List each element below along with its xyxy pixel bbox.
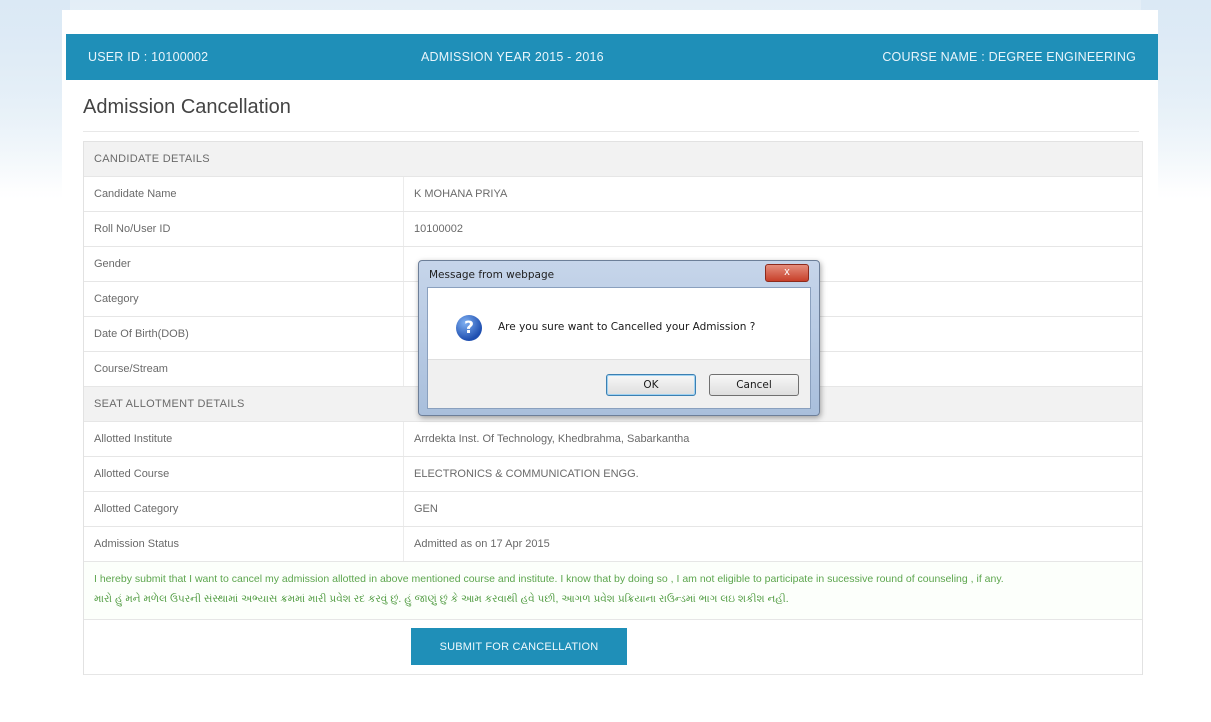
ok-button[interactable]: OK bbox=[606, 374, 696, 396]
page-title: Admission Cancellation bbox=[83, 96, 291, 118]
row-label: Date Of Birth(DOB) bbox=[94, 328, 189, 340]
cancel-button[interactable]: Cancel bbox=[709, 374, 799, 396]
row-value: Arrdekta Inst. Of Technology, Khedbrahma… bbox=[414, 433, 690, 445]
row-label: Category bbox=[94, 293, 139, 305]
table-row: Allotted Course ELECTRONICS & COMMUNICAT… bbox=[84, 457, 1142, 492]
row-label: Allotted Category bbox=[94, 503, 179, 515]
row-label: Gender bbox=[94, 258, 131, 270]
row-label: Allotted Institute bbox=[94, 433, 173, 445]
dialog-footer: OK Cancel bbox=[428, 359, 810, 408]
question-icon: ? bbox=[456, 315, 482, 341]
candidate-details-heading-row: CANDIDATE DETAILS bbox=[84, 142, 1142, 177]
declaration-english: I hereby submit that I want to cancel my… bbox=[94, 573, 1004, 585]
row-value: GEN bbox=[414, 503, 438, 515]
title-divider bbox=[83, 131, 1139, 132]
candidate-details-heading: CANDIDATE DETAILS bbox=[94, 153, 210, 165]
table-row: Candidate Name K MOHANA PRIYA bbox=[84, 177, 1142, 212]
dialog-body: ? Are you sure want to Cancelled your Ad… bbox=[427, 287, 811, 409]
seat-allotment-heading: SEAT ALLOTMENT DETAILS bbox=[94, 398, 245, 410]
confirm-dialog: Message from webpage x ? Are you sure wa… bbox=[418, 260, 820, 416]
table-row: Roll No/User ID 10100002 bbox=[84, 212, 1142, 247]
row-value: ELECTRONICS & COMMUNICATION ENGG. bbox=[414, 468, 639, 480]
close-icon[interactable]: x bbox=[765, 264, 809, 282]
user-id-label: USER ID : 10100002 bbox=[88, 50, 209, 64]
submit-row: SUBMIT FOR CANCELLATION bbox=[84, 620, 1142, 675]
declaration-gujarati: મારો હું મને મળેલ ઉપરની સંસ્થામાં અભ્યાસ… bbox=[94, 593, 789, 605]
background-fade-left bbox=[0, 0, 70, 200]
row-value: K MOHANA PRIYA bbox=[414, 188, 508, 200]
submit-for-cancellation-button[interactable]: SUBMIT FOR CANCELLATION bbox=[411, 628, 627, 665]
admission-year-label: ADMISSION YEAR 2015 - 2016 bbox=[421, 50, 604, 64]
declaration-block: I hereby submit that I want to cancel my… bbox=[84, 562, 1142, 620]
header-bar: USER ID : 10100002 ADMISSION YEAR 2015 -… bbox=[66, 34, 1158, 80]
dialog-title: Message from webpage bbox=[429, 269, 555, 281]
course-name-label: COURSE NAME : DEGREE ENGINEERING bbox=[882, 50, 1136, 64]
dialog-message: Are you sure want to Cancelled your Admi… bbox=[498, 321, 756, 333]
row-value: 10100002 bbox=[414, 223, 463, 235]
table-row: Allotted Institute Arrdekta Inst. Of Tec… bbox=[84, 422, 1142, 457]
row-label: Roll No/User ID bbox=[94, 223, 171, 235]
row-value: Admitted as on 17 Apr 2015 bbox=[414, 538, 550, 550]
row-label: Candidate Name bbox=[94, 188, 177, 200]
table-row: Admission Status Admitted as on 17 Apr 2… bbox=[84, 527, 1142, 562]
table-row: Allotted Category GEN bbox=[84, 492, 1142, 527]
row-label: Course/Stream bbox=[94, 363, 168, 375]
row-label: Admission Status bbox=[94, 538, 179, 550]
row-label: Allotted Course bbox=[94, 468, 170, 480]
